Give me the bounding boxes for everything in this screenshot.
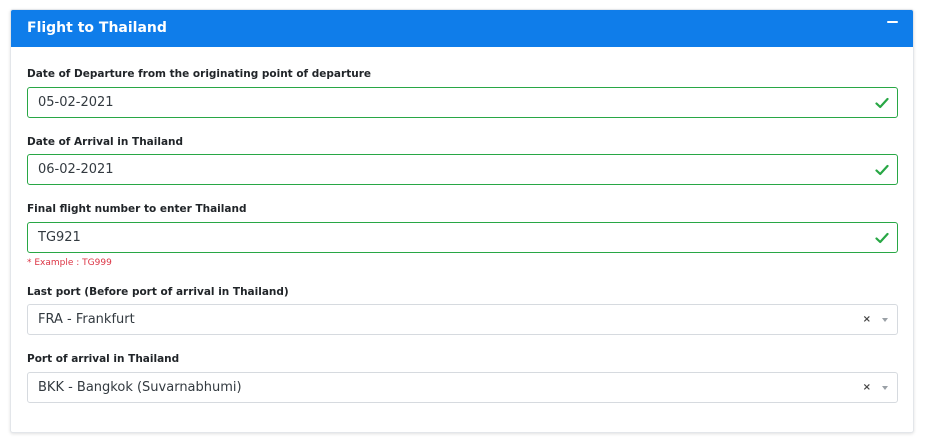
check-icon	[875, 164, 889, 176]
arrival-port-select[interactable]: BKK - Bangkok (Suvarnabhumi) ×	[27, 372, 898, 403]
collapse-button[interactable]	[883, 14, 903, 30]
flight-number-hint: * Example : TG999	[27, 258, 112, 268]
clear-icon[interactable]: ×	[863, 315, 871, 325]
arrival-date-value: 06-02-2021	[38, 162, 114, 177]
departure-date-input[interactable]: 05-02-2021	[27, 87, 898, 118]
arrival-port-label: Port of arrival in Thailand	[27, 353, 180, 365]
last-port-select[interactable]: FRA - Frankfurt ×	[27, 304, 898, 335]
card-header: Flight to Thailand	[11, 10, 913, 47]
arrival-date-input[interactable]: 06-02-2021	[27, 154, 898, 185]
last-port-selected: FRA - Frankfurt	[38, 312, 135, 327]
departure-date-value: 05-02-2021	[38, 95, 114, 110]
flight-number-value: TG921	[38, 230, 81, 245]
check-icon	[875, 232, 889, 244]
card-title: Flight to Thailand	[27, 20, 167, 36]
check-icon	[875, 97, 889, 109]
arrival-port-selected: BKK - Bangkok (Suvarnabhumi)	[38, 380, 242, 395]
flight-number-input[interactable]: TG921	[27, 222, 898, 253]
arrival-date-label: Date of Arrival in Thailand	[27, 136, 184, 148]
minus-icon	[887, 21, 898, 23]
flight-card: Flight to Thailand Date of Departure fro…	[10, 9, 914, 433]
chevron-down-icon	[882, 318, 888, 322]
clear-icon[interactable]: ×	[863, 383, 871, 393]
last-port-label: Last port (Before port of arrival in Tha…	[27, 286, 289, 298]
chevron-down-icon	[882, 386, 888, 390]
flight-number-label: Final flight number to enter Thailand	[27, 203, 247, 215]
departure-date-label: Date of Departure from the originating p…	[27, 68, 371, 80]
